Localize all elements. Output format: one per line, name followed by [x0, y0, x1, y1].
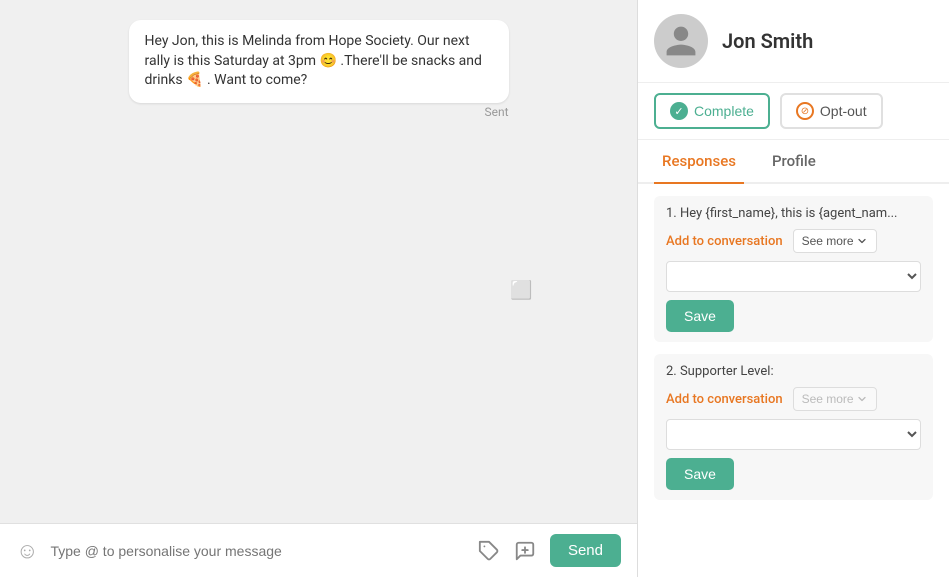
message-bubble: Hey Jon, this is Melinda from Hope Socie… — [129, 20, 509, 103]
contact-header: Jon Smith — [638, 0, 949, 83]
see-more-1-label: See more — [802, 234, 854, 248]
emoji-icon[interactable]: ☺ — [16, 538, 38, 564]
add-message-icon-button[interactable] — [512, 538, 538, 564]
chat-input[interactable] — [50, 543, 463, 559]
response-1-label: 1. Hey {first_name}, this is {agent_nam.… — [666, 206, 921, 221]
action-buttons: ✓ Complete ⊘ Opt-out — [638, 83, 949, 140]
add-to-conversation-1[interactable]: Add to conversation — [666, 234, 783, 249]
avatar-icon — [663, 23, 699, 59]
response-item-1: 1. Hey {first_name}, this is {agent_nam.… — [654, 196, 933, 342]
response-2-select[interactable] — [666, 419, 921, 450]
responses-content: 1. Hey {first_name}, this is {agent_nam.… — [638, 184, 949, 524]
chat-panel: Hey Jon, this is Melinda from Hope Socie… — [0, 0, 638, 577]
save-button-2[interactable]: Save — [666, 458, 734, 490]
check-icon: ✓ — [670, 102, 688, 120]
see-more-button-2[interactable]: See more — [793, 387, 877, 411]
optout-button-label: Opt-out — [820, 103, 867, 119]
optout-icon: ⊘ — [796, 102, 814, 120]
complete-button[interactable]: ✓ Complete — [654, 93, 770, 129]
sent-label: Sent — [129, 105, 509, 119]
add-to-conversation-2[interactable]: Add to conversation — [666, 392, 783, 407]
tab-responses[interactable]: Responses — [654, 140, 744, 184]
avatar — [654, 14, 708, 68]
cursor: ⬜ — [510, 280, 532, 301]
message-text: Hey Jon, this is Melinda from Hope Socie… — [145, 33, 482, 88]
send-button[interactable]: Send — [550, 534, 621, 567]
chat-messages: Hey Jon, this is Melinda from Hope Socie… — [0, 0, 637, 523]
chat-toolbar — [476, 538, 538, 564]
message-container: Hey Jon, this is Melinda from Hope Socie… — [20, 20, 617, 119]
tabs: Responses Profile — [638, 140, 949, 184]
response-2-actions: Add to conversation See more — [666, 387, 921, 411]
complete-button-label: Complete — [694, 103, 754, 119]
right-panel: Jon Smith ✓ Complete ⊘ Opt-out Responses… — [638, 0, 949, 577]
chevron-down-icon-2 — [856, 393, 868, 405]
see-more-2-label: See more — [802, 392, 854, 406]
response-item-2: 2. Supporter Level: Add to conversation … — [654, 354, 933, 500]
chat-input-area: ☺ Send — [0, 523, 637, 577]
optout-button[interactable]: ⊘ Opt-out — [780, 93, 883, 129]
response-1-actions: Add to conversation See more — [666, 229, 921, 253]
see-more-button-1[interactable]: See more — [793, 229, 877, 253]
save-button-1[interactable]: Save — [666, 300, 734, 332]
tag-icon-button[interactable] — [476, 538, 502, 564]
response-2-label: 2. Supporter Level: — [666, 364, 921, 379]
chevron-down-icon-1 — [856, 235, 868, 247]
response-1-select[interactable] — [666, 261, 921, 292]
contact-name: Jon Smith — [722, 29, 813, 53]
tab-profile[interactable]: Profile — [764, 140, 824, 184]
